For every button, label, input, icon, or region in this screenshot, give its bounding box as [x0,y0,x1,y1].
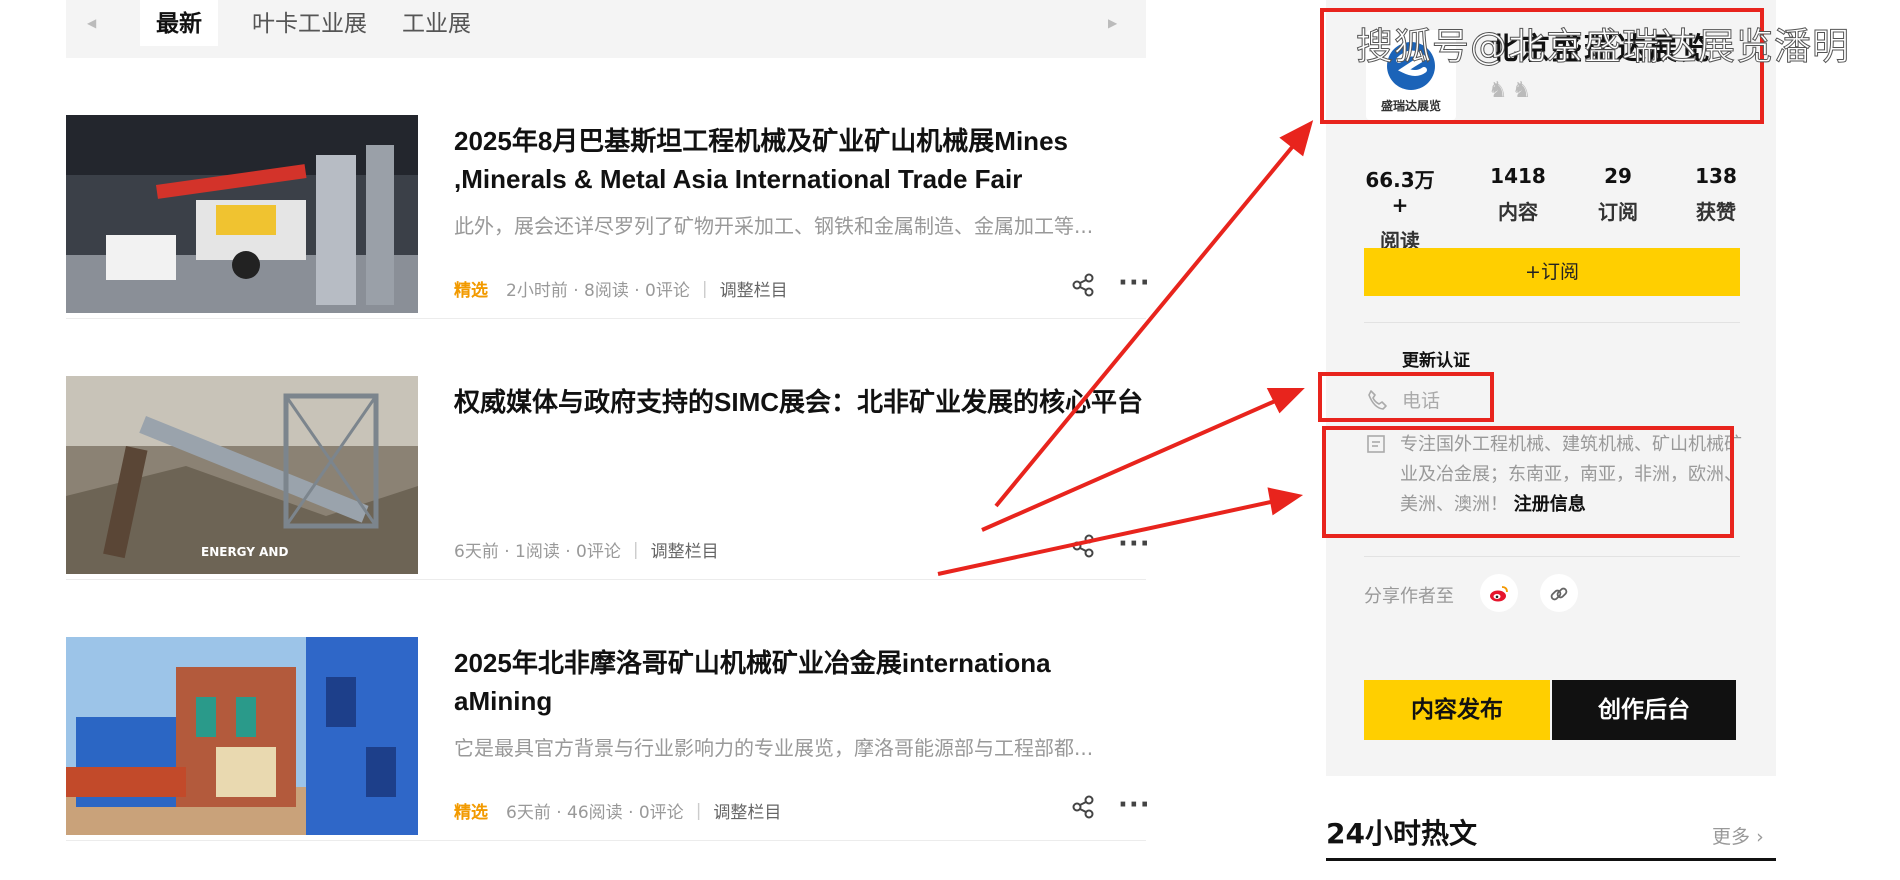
arrow-head [1279,120,1314,157]
annotation-arrows [937,120,1314,576]
arrow-head [1266,388,1305,414]
arrow-line [937,498,1281,576]
arrow-head [1267,487,1304,516]
arrow-line [994,138,1300,508]
watermark-text: 搜狐号@北京盛瑞达展览潘明 [1356,25,1850,69]
